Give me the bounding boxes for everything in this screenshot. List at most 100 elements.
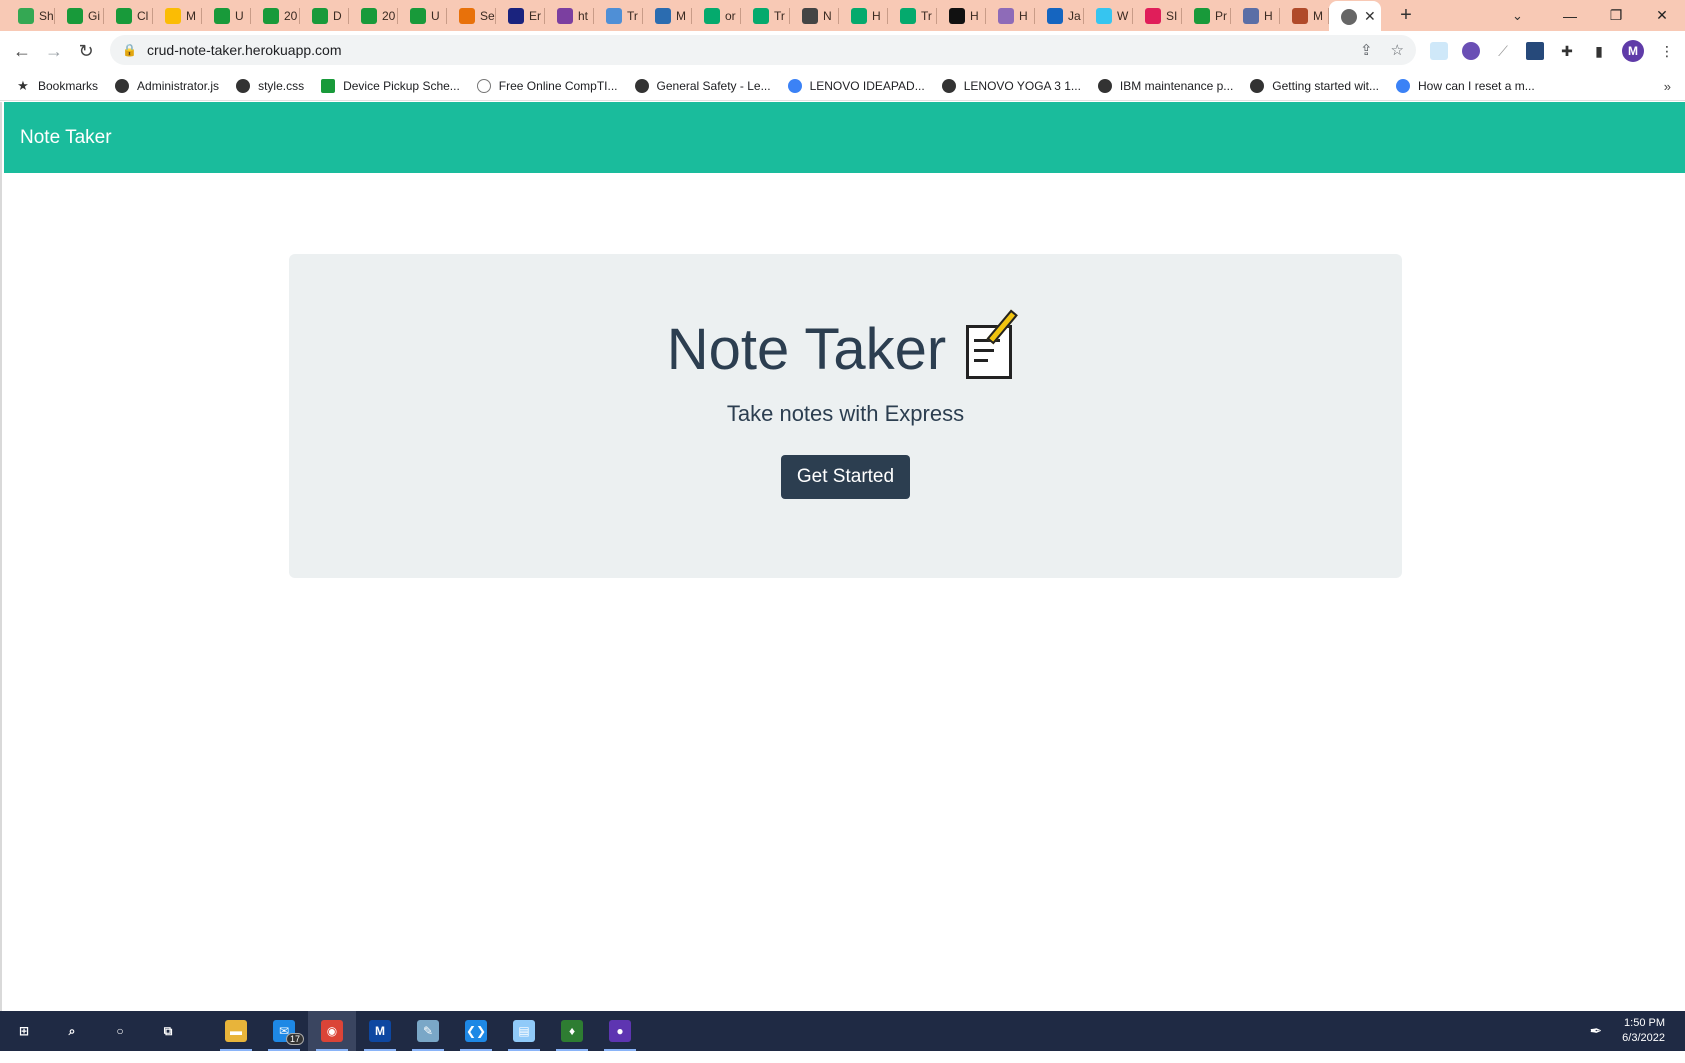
x-icon[interactable]: [1396, 78, 1411, 93]
w3-icon[interactable]: [753, 7, 769, 24]
bookmark-item[interactable]: style.css: [236, 78, 304, 93]
circle-icon[interactable]: [1047, 7, 1063, 24]
forward-arrow-icon[interactable]: →: [45, 41, 63, 62]
tab-title[interactable]: Se: [480, 9, 495, 23]
globe-icon[interactable]: [1341, 8, 1357, 25]
browser-tab[interactable]: H: [839, 0, 888, 31]
navbar-brand[interactable]: Note Taker: [20, 127, 112, 149]
puzzle-icon[interactable]: ✚: [1558, 42, 1576, 60]
tab-title[interactable]: Pr: [1215, 9, 1227, 23]
globe-icon[interactable]: [236, 78, 251, 93]
globe-icon[interactable]: [1250, 78, 1265, 93]
slack-icon[interactable]: [1145, 7, 1161, 24]
back-button[interactable]: ←: [6, 35, 38, 67]
tab-title[interactable]: 20: [382, 9, 395, 23]
bookmark-item[interactable]: Free Online CompTI...: [476, 78, 618, 93]
tab-search-button[interactable]: ⌄: [1512, 0, 1523, 31]
pen-icon[interactable]: ✒: [1590, 1022, 1603, 1040]
globe-icon[interactable]: [1243, 7, 1259, 24]
clock-time[interactable]: 1:50 PM: [1622, 1016, 1665, 1031]
browser-tab[interactable]: 20: [349, 0, 398, 31]
browser-tab[interactable]: M: [643, 0, 692, 31]
browser-tab[interactable]: SI: [1133, 0, 1182, 31]
loading-icon[interactable]: [476, 78, 491, 93]
tab-title[interactable]: Er: [529, 9, 541, 23]
tab-title[interactable]: Ja: [1068, 9, 1081, 23]
profile-avatar[interactable]: M: [1622, 40, 1644, 62]
bookmark-item[interactable]: LENOVO IDEAPAD...: [787, 78, 925, 93]
menu-kebab-icon[interactable]: ⋮: [1658, 42, 1676, 60]
bookmark-label[interactable]: LENOVO IDEAPAD...: [810, 79, 925, 93]
w3-icon[interactable]: [900, 7, 916, 24]
side-panel-icon[interactable]: ▮: [1590, 42, 1608, 60]
new-tab-button[interactable]: +: [1391, 1, 1421, 31]
paint-button[interactable]: ✎: [404, 1011, 452, 1051]
sheets-icon[interactable]: [312, 7, 328, 24]
w3-icon[interactable]: [851, 7, 867, 24]
mail-icon[interactable]: [787, 78, 802, 93]
tab-title[interactable]: Tr: [627, 9, 638, 23]
star-icon[interactable]: ★: [16, 78, 30, 93]
mongodb-button[interactable]: ♦: [548, 1011, 596, 1051]
url-text[interactable]: crud-note-taker.herokuapp.com: [147, 42, 342, 58]
tab-title[interactable]: Cl: [137, 9, 148, 23]
app-purple-button[interactable]: ●: [596, 1011, 644, 1051]
browser-tab[interactable]: Se: [447, 0, 496, 31]
browser-tab[interactable]: Tr: [741, 0, 790, 31]
clock-date[interactable]: 6/3/2022: [1622, 1031, 1665, 1046]
m-icon[interactable]: [949, 7, 965, 24]
link-icon[interactable]: [557, 7, 573, 24]
bookmark-item[interactable]: IBM maintenance p...: [1097, 78, 1233, 93]
bookmark-label[interactable]: General Safety - Le...: [657, 79, 771, 93]
windows-icon[interactable]: ⊞: [13, 1020, 35, 1042]
browser-tab[interactable]: Ja: [1035, 0, 1084, 31]
tab-title[interactable]: Tr: [921, 9, 932, 23]
sheets-icon[interactable]: [116, 7, 132, 24]
globe-icon[interactable]: [1097, 78, 1112, 93]
tab-title[interactable]: M: [186, 9, 196, 23]
tab-title[interactable]: H: [872, 9, 881, 23]
bookmark-label[interactable]: IBM maintenance p...: [1120, 79, 1233, 93]
cortana-button[interactable]: ○: [96, 1011, 144, 1051]
vscode-icon[interactable]: ❮❯: [465, 1020, 487, 1042]
browser-tab[interactable]: Gi: [55, 0, 104, 31]
bookmarks-overflow-button[interactable]: »: [1664, 71, 1671, 101]
bookmark-item[interactable]: General Safety - Le...: [634, 78, 771, 93]
google-drive-icon[interactable]: [165, 7, 181, 24]
browser-tab[interactable]: H: [1231, 0, 1280, 31]
clock[interactable]: 1:50 PM 6/3/2022: [1622, 1016, 1665, 1046]
extension-4-icon[interactable]: [1526, 42, 1544, 60]
extension-1-icon[interactable]: [1430, 42, 1448, 60]
bookmark-label[interactable]: Getting started wit...: [1272, 79, 1379, 93]
ms-icon[interactable]: [606, 7, 622, 24]
image-icon[interactable]: [1292, 7, 1308, 24]
browser-tab[interactable]: D: [300, 0, 349, 31]
tab-title[interactable]: M: [1313, 9, 1323, 23]
sheets-icon[interactable]: [410, 7, 426, 24]
bookmark-label[interactable]: Device Pickup Sche...: [343, 79, 460, 93]
notepad-button[interactable]: ▤: [500, 1011, 548, 1051]
m-app-icon[interactable]: M: [369, 1020, 391, 1042]
chrome-button[interactable]: ◉: [308, 1011, 356, 1051]
browser-tab[interactable]: Sh: [6, 0, 55, 31]
tab-title[interactable]: Gi: [88, 9, 100, 23]
reload-button[interactable]: ↻: [70, 35, 102, 67]
browser-tab[interactable]: Tr: [594, 0, 643, 31]
share-icon[interactable]: ⇪: [1360, 41, 1373, 59]
chevron-right-icon[interactable]: »: [1664, 79, 1671, 94]
notepad-icon[interactable]: ▤: [513, 1020, 535, 1042]
stripes-icon[interactable]: [508, 7, 524, 24]
browser-tab[interactable]: Cl: [104, 0, 153, 31]
address-bar[interactable]: 🔒 crud-note-taker.herokuapp.com ⇪ ☆: [110, 35, 1416, 65]
tab-title[interactable]: ht: [578, 9, 588, 23]
start-button[interactable]: ⊞: [0, 1011, 48, 1051]
browser-tab[interactable]: N: [790, 0, 839, 31]
w3-icon[interactable]: [704, 7, 720, 24]
tab-title[interactable]: U: [431, 9, 440, 23]
sheets-icon[interactable]: [67, 7, 83, 24]
browser-tab[interactable]: U: [202, 0, 251, 31]
folder-icon[interactable]: ▬: [225, 1020, 247, 1042]
tab-title[interactable]: H: [970, 9, 979, 23]
tab-title[interactable]: U: [235, 9, 244, 23]
browser-tab[interactable]: M: [153, 0, 202, 31]
